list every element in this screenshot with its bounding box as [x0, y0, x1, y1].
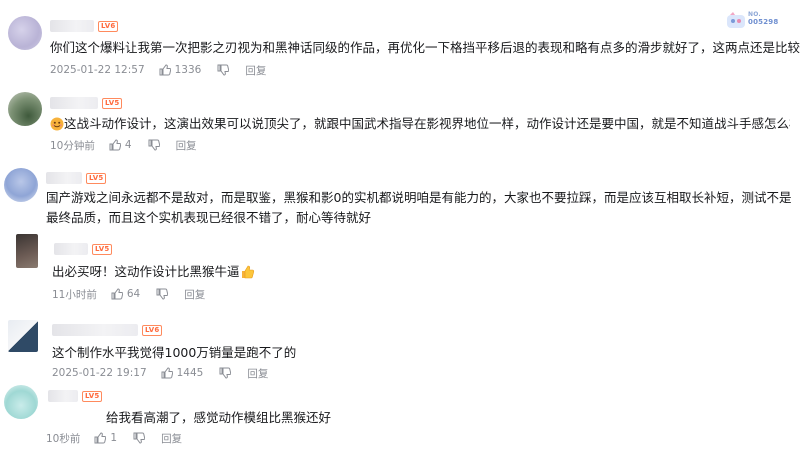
comment-time: 10分钟前	[50, 139, 95, 152]
username[interactable]: LV6	[50, 20, 119, 32]
like-count: 4	[124, 139, 132, 151]
like-count: 64	[126, 288, 141, 300]
comment-time: 11小时前	[52, 288, 97, 301]
reply-button[interactable]: 回复	[161, 431, 182, 446]
level-badge: LV5	[86, 172, 107, 184]
thumbs-up-emoji-icon	[241, 265, 254, 279]
comment-meta: 2025-01-22 19:17 1445 回复	[52, 366, 268, 380]
username-blurred	[54, 243, 88, 255]
like-button[interactable]: 1336	[159, 64, 202, 76]
reply-button[interactable]: 回复	[184, 287, 205, 302]
reply-button[interactable]: 回复	[247, 366, 268, 381]
comment-time: 2025-01-22 12:57	[50, 64, 145, 76]
like-count: 1336	[174, 64, 202, 76]
thumb-down-icon	[217, 64, 230, 76]
thumb-up-icon	[109, 139, 121, 151]
reply-button[interactable]: 回复	[245, 63, 266, 78]
comment-text: 国产游戏之间永远都不是敌对，而是取鉴，黑猴和影0的实机都说明咱是有能力的，大家也…	[46, 190, 792, 225]
dislike-button[interactable]	[217, 64, 230, 76]
username-blurred	[46, 172, 82, 184]
avatar[interactable]	[16, 234, 38, 268]
comment-meta: 2025-01-22 12:57 1336 回复	[50, 63, 266, 77]
comment-time: 10秒前	[46, 432, 81, 445]
dislike-button[interactable]	[133, 432, 146, 444]
dislike-button[interactable]	[219, 367, 232, 379]
username[interactable]: LV5	[46, 172, 107, 184]
level-badge: LV5	[82, 390, 103, 402]
reply-button[interactable]: 回复	[176, 138, 197, 153]
username[interactable]: LV5	[50, 97, 123, 109]
username-blurred	[52, 324, 138, 336]
comment-text: 给我看高潮了，感觉动作模组比黑猴还好	[106, 410, 332, 425]
username[interactable]: LV6	[52, 324, 163, 336]
comment-text: 这战斗动作设计，这演出效果可以说顶尖了，就跟中国武术指导在影视界地位一样，动作设…	[50, 114, 790, 134]
badge-label: NO.	[748, 11, 761, 18]
thumb-up-icon	[94, 432, 107, 444]
like-count: 1	[110, 432, 118, 444]
avatar[interactable]	[4, 385, 38, 419]
like-button[interactable]: 1	[94, 432, 117, 444]
thumb-up-icon	[111, 288, 123, 300]
thumb-down-icon	[219, 367, 232, 379]
comment-text: 出必买呀！这动作设计比黑猴牛逼	[52, 262, 652, 282]
like-button[interactable]: 1445	[161, 367, 204, 379]
comment-meta: 10秒前 1 回复	[46, 431, 182, 445]
comment-time: 2025-01-22 19:17	[52, 367, 147, 379]
badge-number: 005298	[748, 18, 779, 26]
fan-badge: NO. 005298	[726, 11, 778, 31]
like-button[interactable]: 4	[109, 139, 132, 151]
comment-text: 这个制作水平我觉得1000万销量是跑不了的	[52, 345, 297, 360]
comment-meta: 10分钟前 4 回复	[50, 138, 197, 152]
thumb-up-icon	[161, 367, 173, 379]
level-badge: LV6	[142, 324, 163, 336]
comment-meta: 11小时前 64 回复	[52, 287, 205, 301]
username-blurred	[50, 97, 98, 109]
comment-text: 你们这个爆料让我第一次把影之刃视为和黑神话同级的作品，再优化一下格挡平移后退的表…	[50, 40, 800, 55]
avatar[interactable]	[8, 16, 42, 50]
comment-text-body: 出必买呀！这动作设计比黑猴牛逼	[52, 264, 240, 279]
level-badge: LV6	[98, 20, 119, 32]
like-count: 1445	[176, 367, 204, 379]
avatar[interactable]	[8, 320, 38, 352]
avatar[interactable]	[4, 168, 38, 202]
dislike-button[interactable]	[148, 139, 160, 151]
username[interactable]: LV5	[54, 243, 113, 255]
dislike-button[interactable]	[156, 288, 169, 300]
level-badge: LV5	[92, 243, 113, 255]
thumb-down-icon	[148, 139, 160, 151]
username-blurred	[50, 20, 94, 32]
avatar[interactable]	[8, 92, 42, 126]
like-button[interactable]: 64	[111, 288, 140, 300]
thumb-up-icon	[159, 64, 171, 76]
username[interactable]: LV5	[48, 390, 103, 402]
thumb-down-icon	[156, 288, 169, 300]
thumb-down-icon	[133, 432, 146, 444]
emoji-icon	[50, 117, 64, 131]
level-badge: LV5	[102, 97, 123, 109]
comment-text-body: 这战斗动作设计，这演出效果可以说顶尖了，就跟中国武术指导在影视界地位一样，动作设…	[64, 116, 790, 131]
mascot-icon	[727, 12, 745, 28]
username-blurred	[48, 390, 78, 402]
